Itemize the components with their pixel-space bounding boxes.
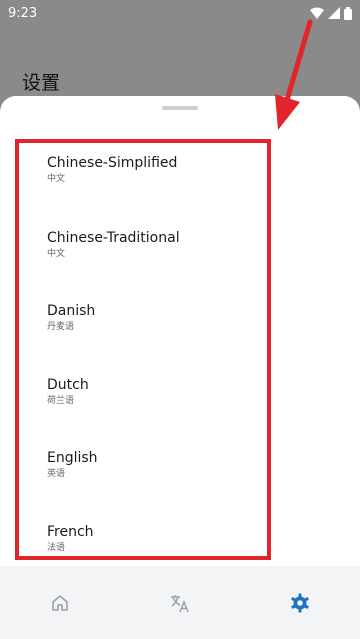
nav-translate[interactable] bbox=[160, 583, 200, 623]
home-icon bbox=[52, 594, 68, 611]
nav-settings[interactable] bbox=[280, 583, 320, 623]
signal-icon bbox=[328, 7, 340, 19]
translate-icon bbox=[171, 594, 189, 612]
nav-home[interactable] bbox=[40, 583, 80, 623]
sheet-drag-handle[interactable] bbox=[162, 106, 198, 110]
status-time: 9:23 bbox=[8, 5, 38, 21]
bottom-navigation-bar bbox=[0, 566, 360, 639]
highlight-annotation-box bbox=[15, 139, 271, 560]
gear-icon bbox=[291, 593, 309, 612]
page-title: 设置 bbox=[22, 72, 61, 94]
annotation-arrow-icon bbox=[275, 19, 313, 130]
battery-icon bbox=[344, 6, 352, 20]
